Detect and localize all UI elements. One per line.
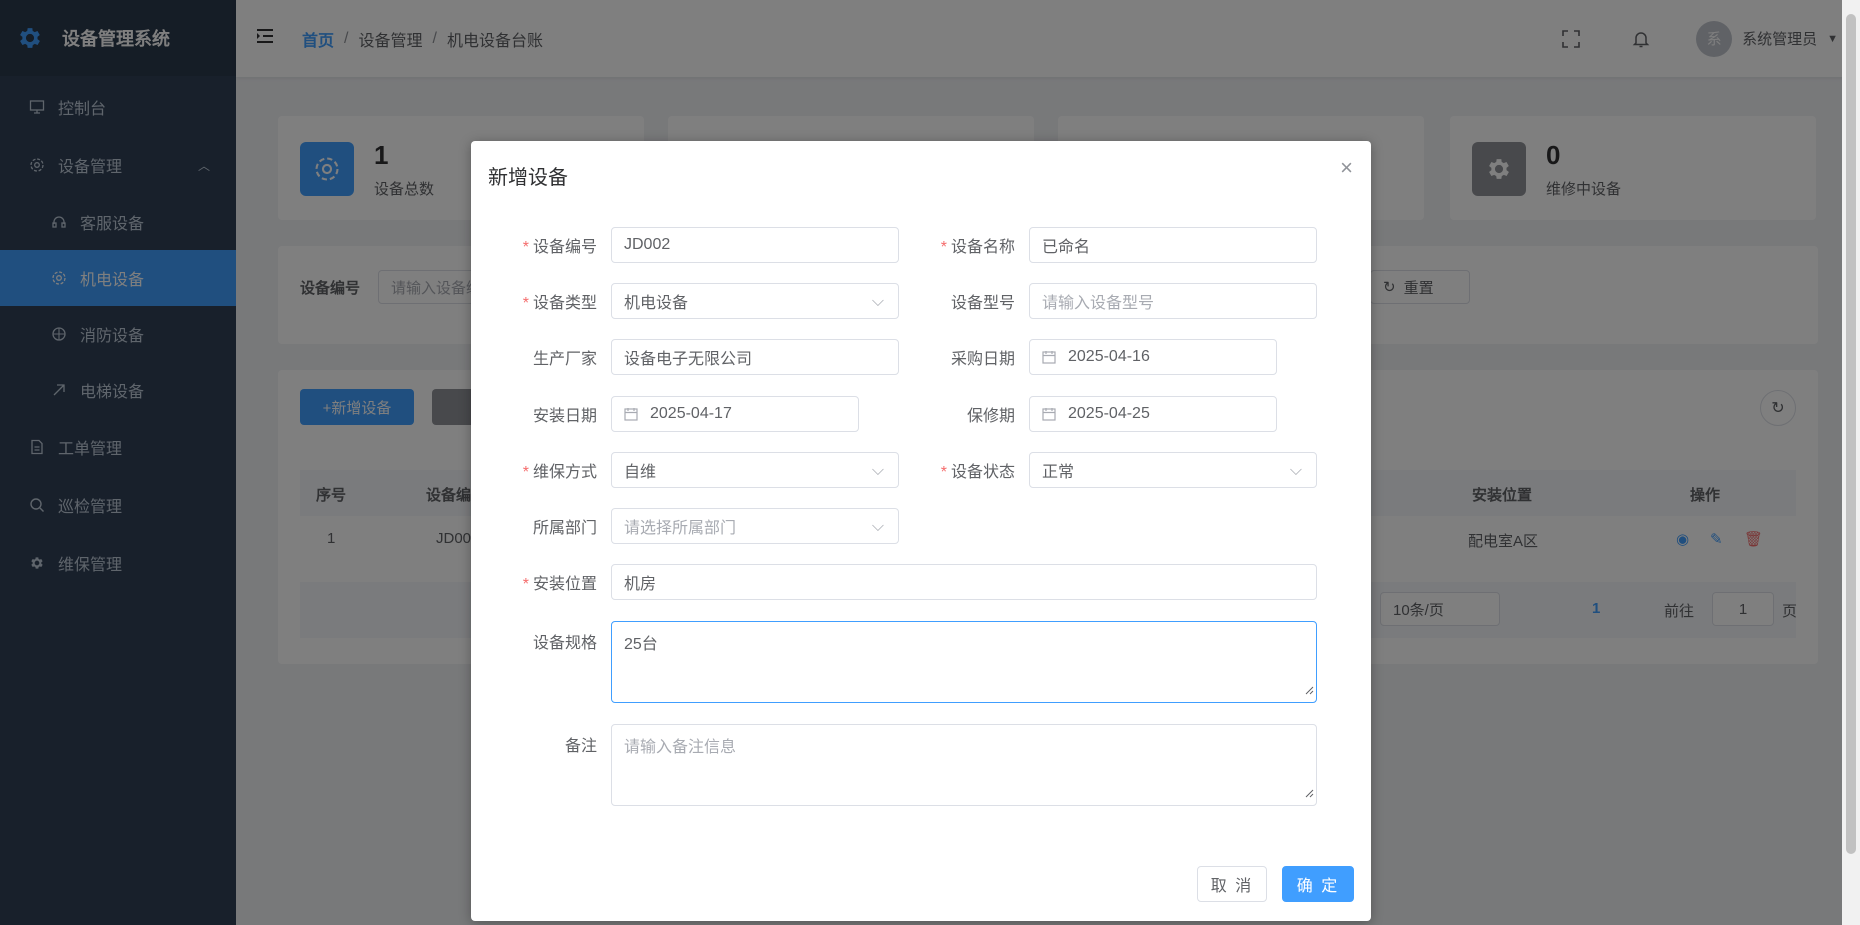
field-device-model: 设备型号 请输入设备型号 [889,283,1317,319]
device-status-select[interactable]: 正常 ⌵ [1029,452,1317,488]
scrollbar-thumb[interactable] [1846,14,1856,854]
resize-handle-icon[interactable] [1304,785,1314,803]
field-device-type: * 设备类型 机电设备 ⌵ [471,283,899,319]
field-label: * 设备编号 [522,239,597,256]
add-device-dialog: 新增设备 × * 设备编号 JD002 * 设备名称 已命名 * 设备类型 机电设备 ⌵… [471,141,1371,921]
chevron-down-icon: ⌵ [871,293,884,310]
date-value: 2025-04-17 [650,405,732,422]
calendar-icon [1042,407,1056,421]
label-text: 生产厂家 [532,351,597,368]
field-label: * 维保方式 [522,464,597,481]
select-value: 正常 [1042,464,1075,481]
date-value: 2025-04-25 [1068,405,1150,422]
calendar-icon [624,407,638,421]
label-text: 设备型号 [950,295,1015,312]
field-install-date: 安装日期 2025-04-17 [471,396,859,432]
maintenance-mode-select[interactable]: 自维 ⌵ [611,452,899,488]
page-scrollbar[interactable] [1842,0,1860,925]
label-text: 安装位置 [532,576,597,593]
warranty-date-picker[interactable]: 2025-04-25 [1029,396,1277,432]
field-remark: 备注 请输入备注信息 [471,724,1317,806]
dialog-title: 新增设备 [488,167,568,189]
department-select[interactable]: 请选择所属部门 ⌵ [611,508,899,544]
device-code-input[interactable]: JD002 [611,227,899,263]
label-text: 设备类型 [532,295,597,312]
close-icon[interactable]: × [1340,155,1353,181]
label-text: 采购日期 [950,351,1015,368]
field-label: * 设备状态 [940,464,1015,481]
cancel-button[interactable]: 取 消 [1197,866,1267,902]
label-text: 保修期 [966,408,1015,425]
field-warranty: 保修期 2025-04-25 [889,396,1277,432]
label-text: 所属部门 [532,520,597,537]
resize-handle-icon[interactable] [1304,682,1314,700]
label-text: 设备名称 [950,239,1015,256]
confirm-button[interactable]: 确 定 [1282,866,1354,902]
select-value: 机电设备 [624,295,689,312]
field-department: 所属部门 请选择所属部门 ⌵ [471,508,899,544]
remark-textarea[interactable]: 请输入备注信息 [611,724,1317,806]
field-install-location: * 安装位置 机房 [471,564,1317,600]
field-device-status: * 设备状态 正常 ⌵ [889,452,1317,488]
label-text: 设备状态 [950,464,1015,481]
device-spec-textarea[interactable]: 25台 [611,621,1317,703]
label-text: 设备规格 [532,635,597,652]
field-label: 备注 [471,724,611,756]
install-date-picker[interactable]: 2025-04-17 [611,396,859,432]
field-label: * 安装位置 [522,576,597,593]
select-value: 自维 [624,464,657,481]
field-label: 设备型号 [889,289,1029,313]
manufacturer-input[interactable]: 设备电子无限公司 [611,339,899,375]
select-placeholder: 请选择所属部门 [624,520,737,537]
field-maintenance-mode: * 维保方式 自维 ⌵ [471,452,899,488]
label-text: 设备编号 [532,239,597,256]
chevron-down-icon: ⌵ [871,462,884,479]
install-location-input[interactable]: 机房 [611,564,1317,600]
textarea-placeholder: 请输入备注信息 [624,739,737,756]
device-name-input[interactable]: 已命名 [1029,227,1317,263]
device-model-input[interactable]: 请输入设备型号 [1029,283,1317,319]
field-label: 设备规格 [471,621,611,653]
field-manufacturer: 生产厂家 设备电子无限公司 [471,339,899,375]
field-label: * 设备名称 [940,239,1015,256]
label-text: 维保方式 [532,464,597,481]
label-text: 安装日期 [532,408,597,425]
field-label: 采购日期 [889,345,1029,369]
chevron-down-icon: ⌵ [1289,462,1302,479]
field-label: 生产厂家 [471,345,611,369]
field-label: 保修期 [889,402,1029,426]
app-root: 设备管理系统 控制台 设备管理 ︿ 客服设备 机电设备 消防设备 电梯设备 [0,0,1860,925]
field-label: 所属部门 [471,514,611,538]
chevron-down-icon: ⌵ [871,518,884,535]
field-device-name: * 设备名称 已命名 [889,227,1317,263]
field-device-spec: 设备规格 25台 [471,621,1317,703]
field-device-code: * 设备编号 JD002 [471,227,899,263]
textarea-value: 25台 [624,636,658,653]
calendar-icon [1042,350,1056,364]
label-text: 备注 [564,738,597,755]
field-label: 安装日期 [471,402,611,426]
device-type-select[interactable]: 机电设备 ⌵ [611,283,899,319]
purchase-date-picker[interactable]: 2025-04-16 [1029,339,1277,375]
field-purchase-date: 采购日期 2025-04-16 [889,339,1277,375]
field-label: * 设备类型 [522,295,597,312]
date-value: 2025-04-16 [1068,348,1150,365]
